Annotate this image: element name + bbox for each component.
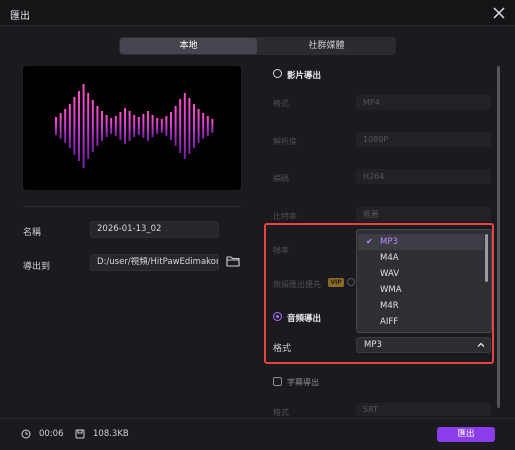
section-divider — [23, 206, 241, 207]
export-target-tabs: 本地 社群媒體 — [119, 37, 396, 55]
encoder-select[interactable]: H264 — [356, 169, 491, 184]
waveform-bar — [170, 112, 172, 140]
waveform-bar — [160, 119, 163, 133]
video-format-select[interactable]: MP4 — [356, 95, 491, 110]
waveform-bar — [133, 115, 136, 137]
waveform-bar — [114, 116, 117, 136]
waveform-bar — [105, 115, 108, 137]
waveform-bar — [137, 117, 140, 135]
title-bar: 匯出 — [0, 0, 515, 26]
settings-scrollbar[interactable] — [497, 66, 500, 408]
waveform-bar — [193, 104, 195, 148]
waveform-bar — [188, 98, 191, 154]
waveform-bar — [128, 111, 131, 141]
video-export-label: 影片導出 — [287, 71, 322, 81]
folder-icon[interactable] — [226, 255, 240, 267]
close-icon[interactable] — [491, 5, 507, 21]
waveform-bar — [206, 116, 209, 136]
waveform-bar — [124, 108, 126, 144]
tab-social[interactable]: 社群媒體 — [258, 38, 395, 54]
subtitle-export-label: 字幕導出 — [287, 378, 319, 387]
subtitle-export-checkbox[interactable] — [273, 377, 282, 386]
waveform-bar — [151, 115, 154, 137]
waveform-bar — [211, 119, 214, 133]
waveform-bar — [142, 114, 145, 138]
clock-icon — [21, 429, 31, 439]
waveform-bar — [202, 113, 205, 139]
waveform-bar — [101, 111, 103, 141]
export-button[interactable]: 匯出 — [437, 427, 495, 442]
encoder-label: 編碼 — [273, 174, 289, 183]
waveform-bar — [197, 109, 200, 143]
subtitle-format-select[interactable]: SRT — [356, 403, 491, 416]
waveform-bar — [156, 118, 159, 134]
audio-preview — [23, 66, 241, 190]
tab-local[interactable]: 本地 — [120, 38, 257, 54]
window-title: 匯出 — [10, 11, 30, 22]
waveform-bar — [179, 99, 182, 153]
subtitle-format-label: 格式 — [273, 408, 289, 417]
export-path-input[interactable]: D:/user/視頻/HitPawEdimakor — [90, 254, 219, 271]
video-format-label: 格式 — [273, 99, 289, 108]
waveform-bar — [91, 100, 94, 152]
duration-text: 00:06 — [39, 429, 64, 439]
waveform-bar — [174, 106, 177, 146]
file-size-icon — [75, 429, 85, 439]
resolution-label: 解析度 — [273, 137, 297, 146]
export-to-label: 導出到 — [23, 262, 51, 272]
waveform-bar — [183, 93, 186, 159]
waveform-bar — [68, 104, 71, 148]
name-label: 名稱 — [23, 228, 42, 238]
bitrate-select[interactable]: 推薦 — [356, 207, 491, 222]
waveform-bar — [78, 91, 80, 161]
waveform-graphic — [55, 84, 214, 168]
waveform-bar — [165, 116, 168, 136]
waveform-bar — [59, 113, 62, 139]
bitrate-label: 比特率 — [273, 212, 297, 221]
waveform-bar — [110, 118, 113, 134]
waveform-bar — [96, 106, 99, 146]
resolution-select[interactable]: 1080P — [356, 132, 491, 147]
waveform-bar — [64, 109, 67, 143]
waveform-bar — [87, 93, 90, 159]
waveform-bar — [55, 117, 57, 135]
video-export-radio[interactable] — [273, 69, 282, 78]
filename-input[interactable]: 2026-01-13_02 — [90, 221, 219, 238]
waveform-bar — [82, 84, 85, 168]
waveform-bar — [119, 112, 122, 140]
filesize-text: 108.3KB — [93, 429, 129, 439]
waveform-bar — [147, 111, 149, 141]
highlight-box — [264, 223, 494, 364]
waveform-bar — [73, 97, 76, 155]
footer-bar: 00:06 108.3KB 匯出 — [0, 418, 515, 450]
